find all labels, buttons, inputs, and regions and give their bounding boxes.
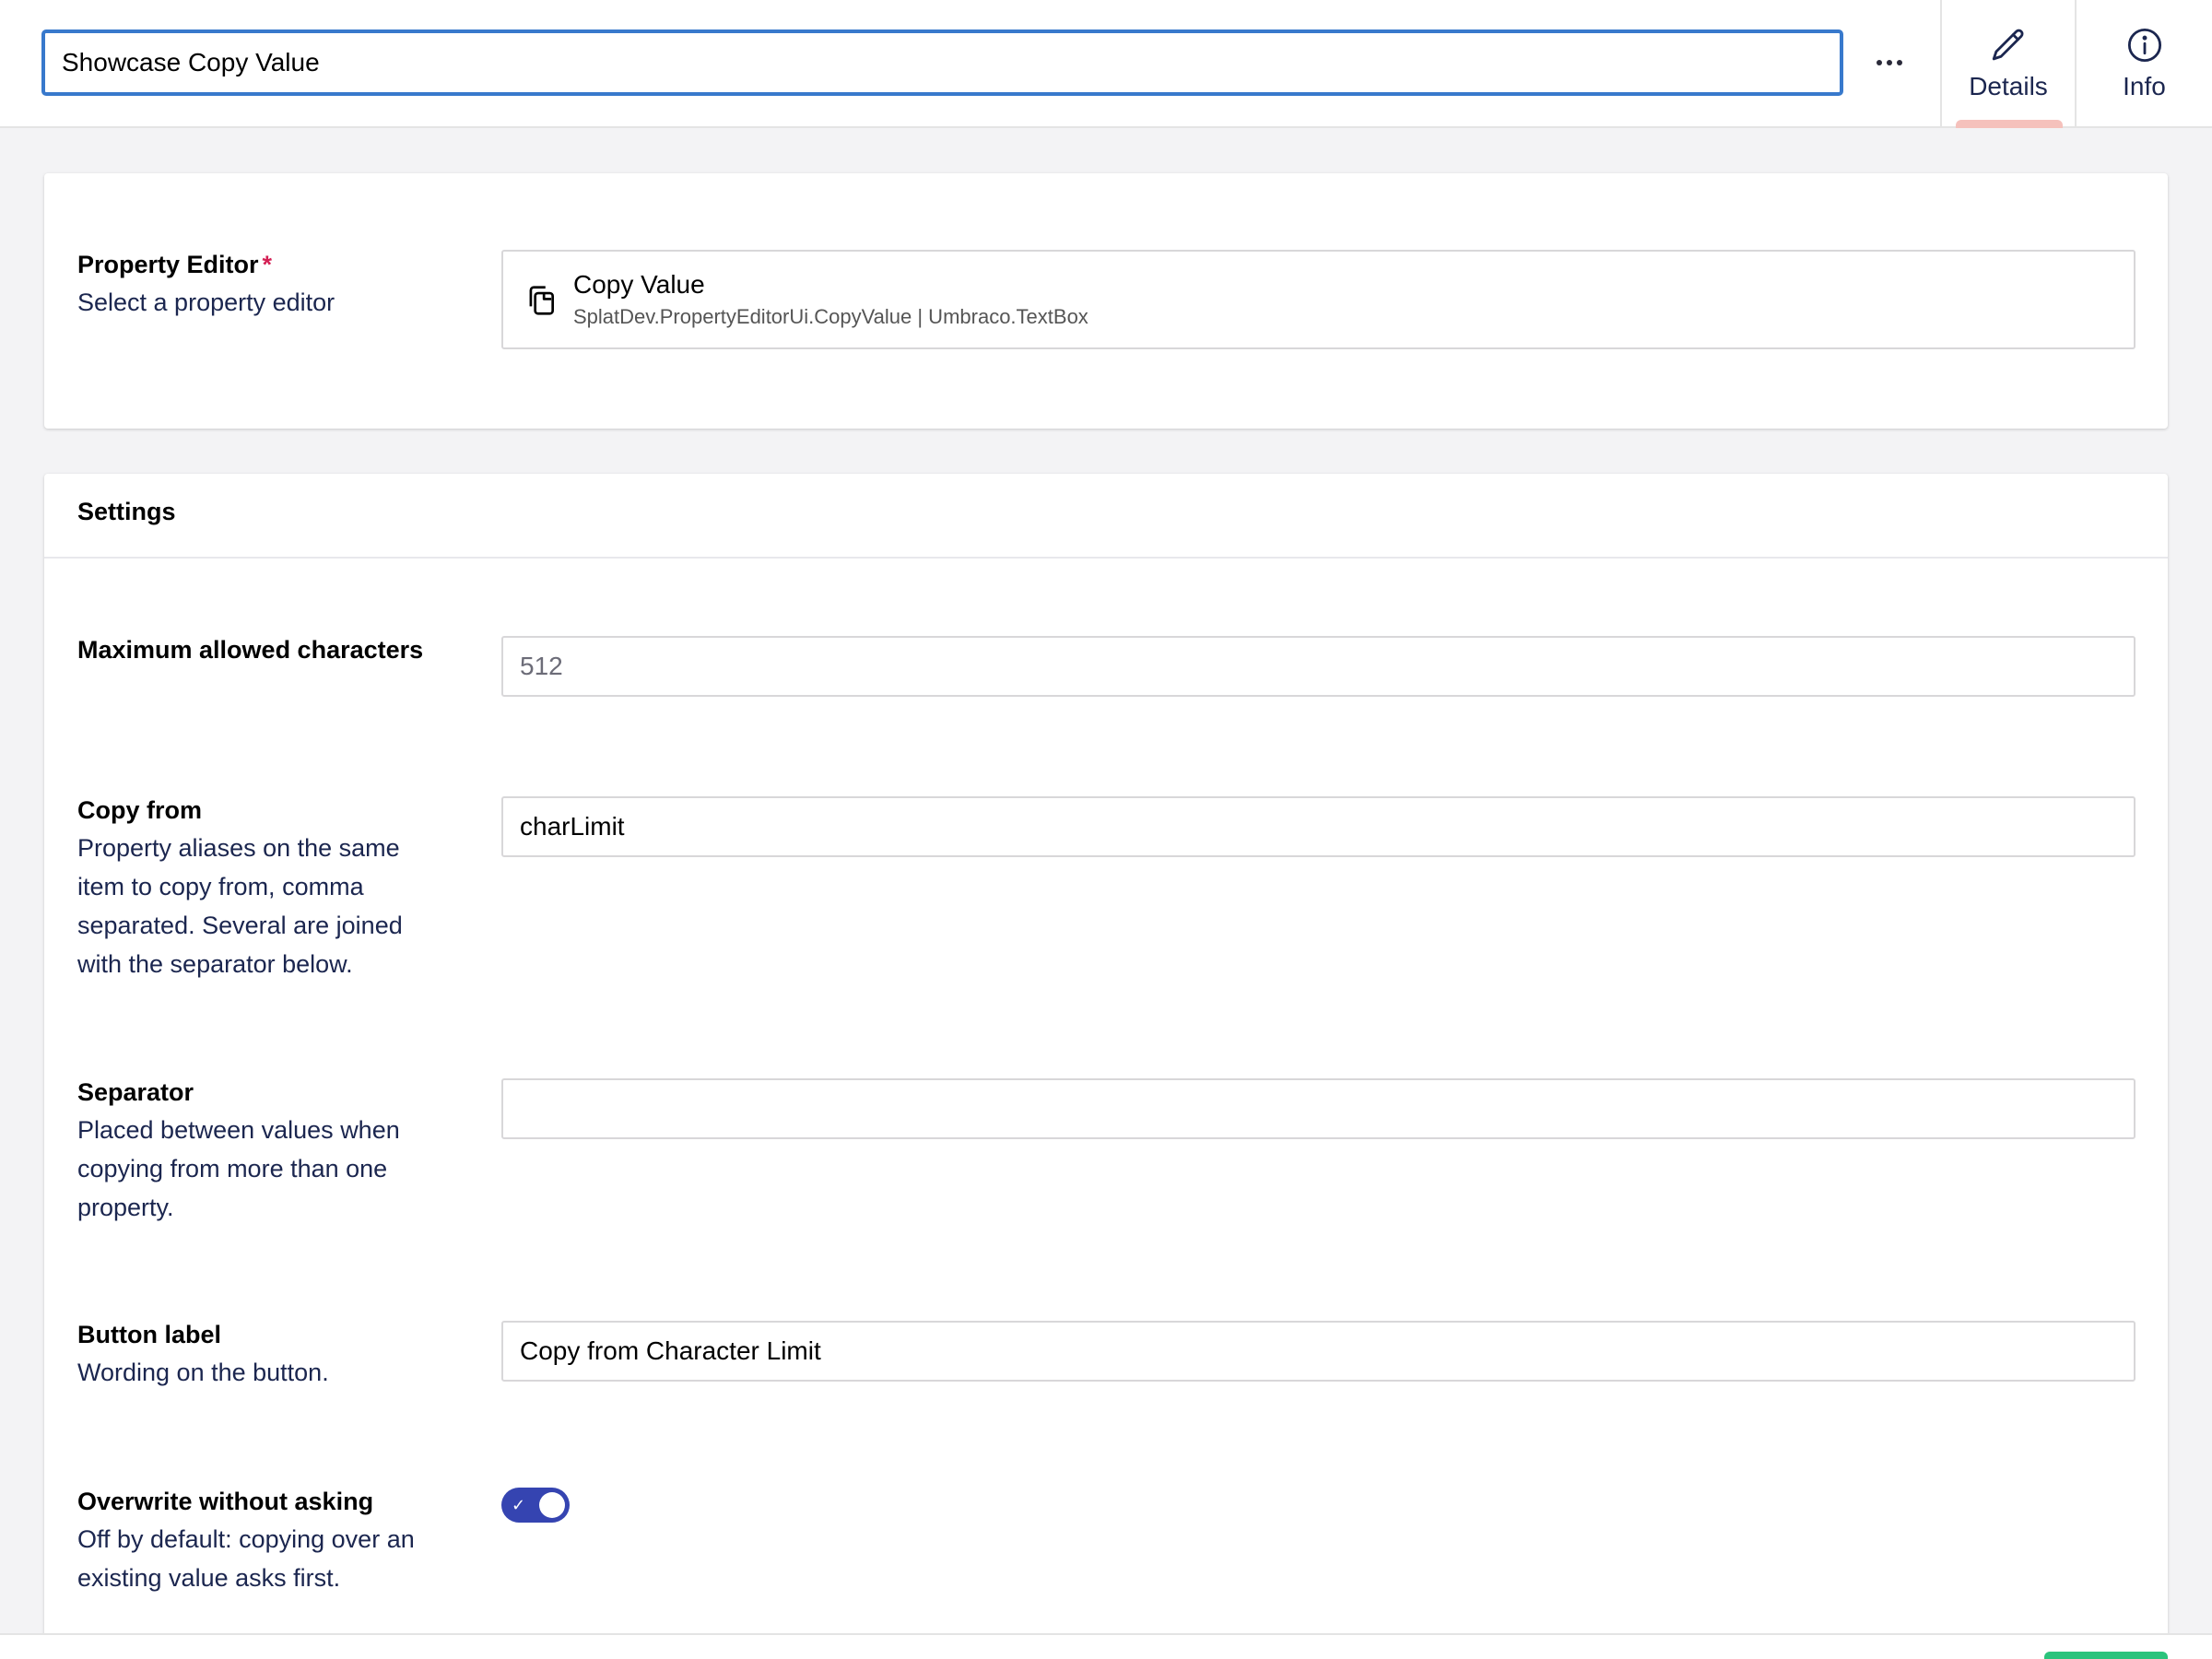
overwrite-description-line: existing value asks first.	[77, 1564, 341, 1592]
workspace-header: Details Info	[0, 0, 2212, 128]
copy-from-description-line: item to copy from, comma	[77, 873, 364, 900]
tab-details[interactable]: Details	[1940, 0, 2075, 126]
more-actions-button[interactable]	[1862, 29, 1917, 96]
settings-title: Settings	[77, 498, 176, 525]
active-tab-indicator	[1956, 120, 2063, 128]
button-label-label: Button label	[77, 1321, 221, 1348]
max-chars-input[interactable]	[501, 636, 2136, 697]
overwrite-label: Overwrite without asking	[77, 1488, 374, 1515]
separator-description-line: property.	[77, 1194, 174, 1221]
check-icon: ✓	[512, 1496, 526, 1514]
separator-description-line: copying from more than one	[77, 1155, 388, 1182]
button-label-label-group: Button label Wording on the button.	[77, 1321, 465, 1392]
info-icon	[2127, 28, 2161, 62]
pencil-icon	[1992, 29, 2024, 60]
separator-description-line: Placed between values when	[77, 1116, 400, 1144]
button-label-description: Wording on the button.	[77, 1359, 329, 1386]
copy-from-label: Copy from	[77, 796, 202, 824]
picker-editor-alias: SplatDev.PropertyEditorUi.CopyValue | Um…	[573, 305, 1088, 328]
copy-from-input[interactable]	[501, 796, 2136, 857]
overwrite-label-group: Overwrite without asking Off by default:…	[77, 1488, 465, 1597]
separator-label-group: Separator Placed between values when cop…	[77, 1078, 465, 1227]
copy-from-description-line: separated. Several are joined	[77, 912, 403, 939]
more-actions-icon-dot	[1897, 60, 1902, 65]
name-input[interactable]	[41, 29, 1843, 96]
settings-card: Settings Maximum allowed characters Copy…	[44, 474, 2168, 1659]
property-editor-description: Select a property editor	[77, 288, 335, 316]
max-chars-label: Maximum allowed characters	[77, 636, 424, 664]
tab-details-label: Details	[1969, 71, 2048, 100]
picker-editor-name: Copy Value	[573, 270, 705, 299]
separator-label: Separator	[77, 1078, 194, 1106]
copy-from-label-group: Copy from Property aliases on the same i…	[77, 796, 465, 983]
tab-info[interactable]: Info	[2075, 0, 2212, 126]
separator-input[interactable]	[501, 1078, 2136, 1139]
copy-icon	[529, 286, 555, 315]
copy-from-description-line: Property aliases on the same	[77, 834, 400, 862]
max-chars-label-group: Maximum allowed characters	[77, 636, 465, 665]
property-editor-label-group: Property Editor * Select a property edito…	[77, 251, 465, 322]
save-button[interactable]	[2044, 1652, 2168, 1659]
toggle-knob	[539, 1492, 565, 1518]
property-editor-label-text: Property Editor	[77, 251, 259, 278]
required-marker: *	[262, 251, 273, 278]
property-editor-picker[interactable]: Copy Value SplatDev.PropertyEditorUi.Cop…	[501, 250, 2136, 349]
overwrite-description-line: Off by default: copying over an	[77, 1525, 415, 1553]
footer-bar	[0, 1633, 2212, 1659]
tab-info-label: Info	[2123, 71, 2166, 100]
more-actions-icon	[1877, 60, 1882, 65]
property-editor-label: Property Editor *	[77, 251, 465, 279]
settings-header: Settings	[44, 474, 2168, 559]
button-label-input[interactable]	[501, 1321, 2136, 1382]
property-editor-card: Property Editor * Select a property edito…	[44, 173, 2168, 429]
overwrite-toggle[interactable]: ✓	[501, 1488, 570, 1523]
copy-from-description-line: with the separator below.	[77, 950, 353, 978]
more-actions-icon-dot	[1887, 60, 1892, 65]
